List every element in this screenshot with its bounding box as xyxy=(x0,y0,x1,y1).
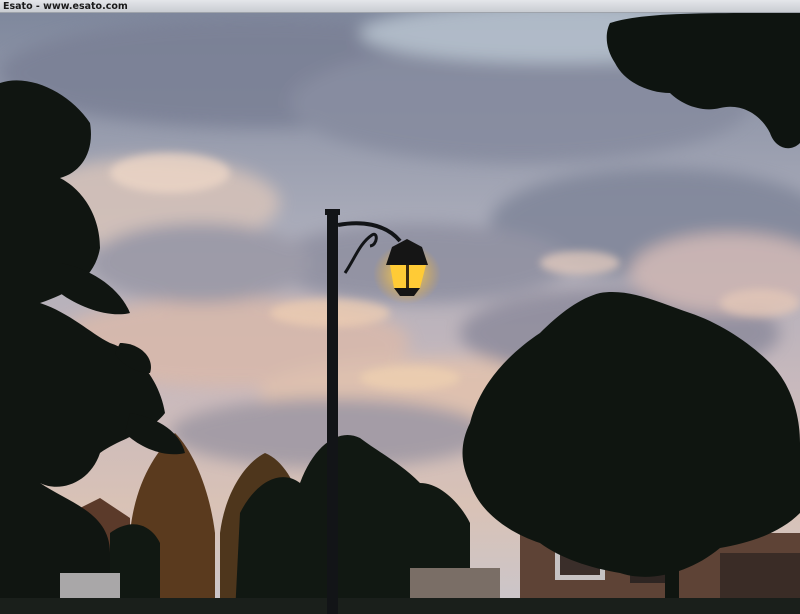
lamp-pole xyxy=(327,209,338,614)
street-lamp-photo xyxy=(0,13,800,614)
photo xyxy=(0,13,800,614)
watermark-bar: Esato - www.esato.com xyxy=(0,0,800,13)
watermark-text: Esato - www.esato.com xyxy=(3,1,128,12)
photo-viewer: Esato - www.esato.com xyxy=(0,0,800,614)
ground xyxy=(0,598,800,614)
